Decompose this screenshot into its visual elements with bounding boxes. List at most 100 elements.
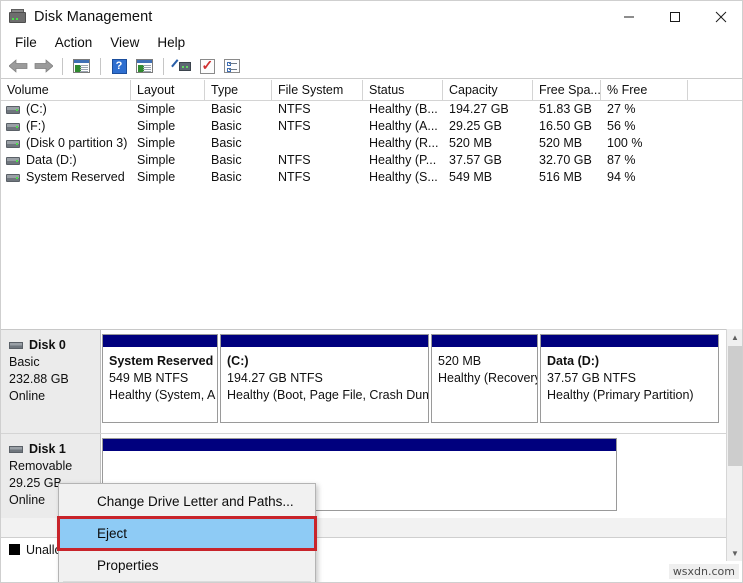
- menu-help[interactable]: Help: [148, 34, 194, 52]
- unallocated-swatch: [9, 544, 20, 555]
- cell-free-space: 520 MB: [533, 135, 601, 152]
- list-view-icon[interactable]: [220, 55, 244, 77]
- disk-1-type: Removable: [9, 458, 100, 475]
- column-header-capacity[interactable]: Capacity: [443, 80, 533, 101]
- cell-file-system: NTFS: [272, 118, 363, 135]
- watermark: wsxdn.com: [669, 564, 739, 579]
- column-header-file-system[interactable]: File System: [272, 80, 363, 101]
- cell-file-system: NTFS: [272, 101, 363, 118]
- cell-type: Basic: [205, 101, 272, 118]
- action-menu-icon[interactable]: [132, 55, 156, 77]
- disk-0-partitions: System Reserved 549 MB NTFS Healthy (Sys…: [102, 330, 736, 433]
- partition-bar: [103, 335, 217, 348]
- menu-action[interactable]: Action: [46, 34, 102, 52]
- graphical-view-scrollbar[interactable]: ▲ ▼: [726, 329, 742, 561]
- show-console-tree-icon[interactable]: [69, 55, 93, 77]
- toolbar-separator: [163, 58, 164, 75]
- table-row[interactable]: System Reserved Simple Basic NTFS Health…: [1, 169, 743, 186]
- close-button[interactable]: [698, 1, 743, 32]
- cell-capacity: 520 MB: [443, 135, 533, 152]
- volume-disk-icon: [6, 157, 20, 165]
- cell-volume-label: (Disk 0 partition 3): [26, 135, 127, 152]
- forward-arrow-icon[interactable]: [31, 55, 55, 77]
- partition-size: 549 MB NTFS: [109, 370, 217, 387]
- scroll-down-arrow-icon[interactable]: ▼: [727, 545, 743, 561]
- cell-layout: Simple: [131, 118, 205, 135]
- menu-file[interactable]: File: [6, 34, 46, 52]
- partition-system-reserved[interactable]: System Reserved 549 MB NTFS Healthy (Sys…: [102, 334, 218, 423]
- partition-c-drive[interactable]: (C:) 194.27 GB NTFS Healthy (Boot, Page …: [220, 334, 429, 423]
- column-header-volume[interactable]: Volume: [1, 80, 131, 101]
- context-menu-item-eject[interactable]: Eject: [59, 518, 315, 549]
- partition-status: Healthy (System, A: [109, 387, 217, 404]
- properties-icon[interactable]: [195, 55, 219, 77]
- cell-status: Healthy (A...: [363, 118, 443, 135]
- context-menu-item-change-drive-letter[interactable]: Change Drive Letter and Paths...: [59, 486, 315, 517]
- column-header-free-space[interactable]: Free Spa...: [533, 80, 601, 101]
- cell-type: Basic: [205, 152, 272, 169]
- cell-type: Basic: [205, 135, 272, 152]
- disk-1-name: Disk 1: [29, 442, 66, 456]
- cell-percent-free: 87 %: [601, 152, 688, 169]
- column-header-layout[interactable]: Layout: [131, 80, 205, 101]
- cell-percent-free: 27 %: [601, 101, 688, 118]
- cell-file-system: NTFS: [272, 169, 363, 186]
- cell-type: Basic: [205, 118, 272, 135]
- table-row[interactable]: Data (D:) Simple Basic NTFS Healthy (P..…: [1, 152, 743, 169]
- cell-status: Healthy (P...: [363, 152, 443, 169]
- partition-details: Data (D:) 37.57 GB NTFS Healthy (Primary…: [541, 348, 718, 404]
- partition-details: (C:) 194.27 GB NTFS Healthy (Boot, Page …: [221, 348, 428, 404]
- partition-title: Data (D:): [547, 353, 718, 370]
- cell-status: Healthy (R...: [363, 135, 443, 152]
- scroll-up-arrow-icon[interactable]: ▲: [727, 329, 743, 345]
- column-header-status[interactable]: Status: [363, 80, 443, 101]
- column-header-type[interactable]: Type: [205, 80, 272, 101]
- disk-0-name: Disk 0: [29, 338, 66, 352]
- cell-volume-label: System Reserved: [26, 169, 125, 186]
- partition-bar: [103, 439, 616, 452]
- column-header-percent-free[interactable]: % Free: [601, 80, 688, 101]
- partition-recovery[interactable]: 520 MB Healthy (Recovery: [431, 334, 538, 423]
- scrollbar-thumb[interactable]: [728, 346, 742, 466]
- maximize-button[interactable]: [652, 1, 698, 32]
- back-arrow-icon[interactable]: [6, 55, 30, 77]
- disk-1-title: Disk 1: [9, 442, 100, 456]
- partition-size: 37.57 GB NTFS: [547, 370, 718, 387]
- cell-file-system: [272, 135, 363, 152]
- context-menu: Change Drive Letter and Paths... Eject P…: [58, 483, 316, 583]
- partition-size: 520 MB: [438, 353, 537, 370]
- minimize-button[interactable]: [606, 1, 652, 32]
- menu-view[interactable]: View: [101, 34, 148, 52]
- cell-volume: (C:): [1, 101, 131, 118]
- column-header-spacer[interactable]: [688, 80, 743, 101]
- rescan-disks-icon[interactable]: [170, 55, 194, 77]
- partition-details: 520 MB Healthy (Recovery: [432, 348, 537, 387]
- help-icon[interactable]: ?: [107, 55, 131, 77]
- partition-bar: [541, 335, 718, 348]
- disk-info-disk-0[interactable]: Disk 0 Basic 232.88 GB Online: [1, 330, 101, 433]
- table-row[interactable]: (F:) Simple Basic NTFS Healthy (A... 29.…: [1, 118, 743, 135]
- table-row[interactable]: (C:) Simple Basic NTFS Healthy (B... 194…: [1, 101, 743, 118]
- cell-volume: System Reserved: [1, 169, 131, 186]
- table-row[interactable]: (Disk 0 partition 3) Simple Basic Health…: [1, 135, 743, 152]
- cell-file-system: NTFS: [272, 152, 363, 169]
- partition-data-d-drive[interactable]: Data (D:) 37.57 GB NTFS Healthy (Primary…: [540, 334, 719, 423]
- cell-type: Basic: [205, 169, 272, 186]
- partition-title: (C:): [227, 353, 428, 370]
- cell-capacity: 194.27 GB: [443, 101, 533, 118]
- window-title: Disk Management: [34, 9, 152, 25]
- disk-block-disk-0[interactable]: Disk 0 Basic 232.88 GB Online System Res…: [1, 330, 736, 433]
- cell-status: Healthy (B...: [363, 101, 443, 118]
- partition-bar: [221, 335, 428, 348]
- title-bar: Disk Management: [1, 1, 743, 32]
- cell-capacity: 37.57 GB: [443, 152, 533, 169]
- toolbar-separator: [62, 58, 63, 75]
- partition-details: [103, 452, 616, 457]
- volume-disk-icon: [6, 123, 20, 131]
- context-menu-item-properties[interactable]: Properties: [59, 550, 315, 581]
- volume-disk-icon: [6, 174, 20, 182]
- cell-status: Healthy (S...: [363, 169, 443, 186]
- disk-management-window: Disk Management File Action View Help: [0, 0, 743, 583]
- cell-volume-label: (F:): [26, 118, 45, 135]
- cell-free-space: 16.50 GB: [533, 118, 601, 135]
